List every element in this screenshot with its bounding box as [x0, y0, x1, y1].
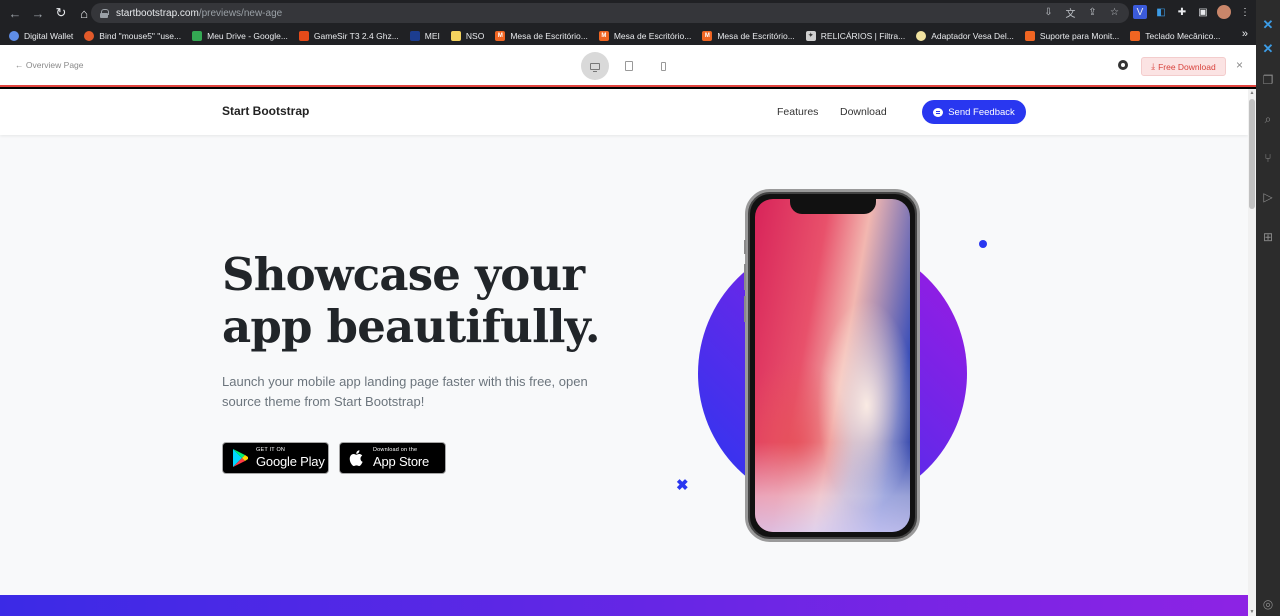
- page-viewport: Start Bootstrap Features Download Send F…: [0, 89, 1248, 616]
- more-bookmarks-icon[interactable]: »: [1242, 28, 1248, 40]
- phone-screen: [755, 199, 910, 532]
- bookmarks-bar: Digital Wallet Bind "mouse5" "use... Meu…: [0, 26, 1256, 45]
- menu-kebab-icon[interactable]: ⋮: [1238, 5, 1252, 19]
- omnibox-actions: ⇩ 文 ⇪ ☆: [1042, 6, 1121, 20]
- bookmark-item[interactable]: Meu Drive - Google...: [192, 30, 288, 41]
- hero-title: Showcase your app beautifully.: [222, 248, 601, 353]
- translate-icon[interactable]: 文: [1064, 6, 1077, 20]
- phone-side-button: [744, 264, 746, 290]
- app-store-badge[interactable]: Download on the App Store: [339, 442, 446, 474]
- lock-icon: [100, 8, 109, 18]
- bookmark-item[interactable]: M Mesa de Escritório...: [495, 30, 588, 41]
- phone-icon: [660, 61, 666, 71]
- search-icon[interactable]: ⌕: [1260, 111, 1276, 127]
- bookmark-favicon-icon: ✦: [805, 30, 816, 41]
- bookmark-item[interactable]: Bind "mouse5" "use...: [84, 30, 181, 41]
- chat-bubble-icon: [933, 107, 944, 117]
- bookmark-item[interactable]: Adaptador Vesa Del...: [916, 30, 1014, 41]
- browser-toolbar: ← → ↻ ⌂ startbootstrap.com/previews/new-…: [0, 0, 1256, 26]
- send-feedback-button[interactable]: Send Feedback: [922, 100, 1026, 124]
- google-play-text: GET IT ON Google Play: [256, 446, 325, 470]
- nav-link-download[interactable]: Download: [840, 106, 887, 118]
- bookmark-favicon-icon: [1024, 30, 1035, 41]
- brand-link[interactable]: Start Bootstrap: [222, 104, 309, 118]
- address-bar[interactable]: startbootstrap.com/previews/new-age ⇩ 文 …: [91, 3, 1129, 23]
- bookmark-item[interactable]: ✦ RELICÁRIOS | Filtra...: [805, 30, 905, 41]
- nav-link-features[interactable]: Features: [777, 106, 818, 118]
- bookmark-favicon-icon: [9, 30, 19, 41]
- side-panel-icon[interactable]: ▣: [1196, 5, 1210, 19]
- back-arrow-icon[interactable]: ←: [4, 2, 26, 24]
- page-scrollbar[interactable]: ▲ ▼: [1248, 89, 1256, 616]
- bookmark-favicon-icon: M: [495, 30, 506, 41]
- reload-icon[interactable]: ↻: [50, 2, 72, 24]
- hero-lead: Launch your mobile app landing page fast…: [222, 374, 588, 409]
- google-play-badge[interactable]: GET IT ON Google Play: [222, 442, 329, 474]
- bookmark-favicon-icon: M: [598, 30, 609, 41]
- phone-view-button[interactable]: [649, 52, 677, 80]
- forward-arrow-icon[interactable]: →: [27, 2, 49, 24]
- site-navbar: Start Bootstrap Features Download Send F…: [0, 89, 1248, 135]
- app-store-text: Download on the App Store: [373, 446, 430, 470]
- scroll-down-arrow-icon[interactable]: ▼: [1249, 609, 1255, 615]
- extension-icon[interactable]: ◧: [1154, 5, 1168, 19]
- files-icon[interactable]: ❐: [1260, 72, 1276, 88]
- device-showcase: ✖: [660, 169, 1020, 549]
- bookmark-item[interactable]: GameSir T3 2.4 Ghz...: [298, 30, 399, 41]
- download-icon: ⤓: [1151, 61, 1156, 71]
- decorative-dot: [979, 240, 987, 248]
- extensions-icon[interactable]: ⊞: [1260, 229, 1276, 245]
- bookmark-item[interactable]: Digital Wallet: [9, 30, 73, 41]
- google-play-icon: [230, 448, 250, 468]
- account-icon[interactable]: ◎: [1260, 596, 1276, 612]
- phone-side-button: [744, 240, 746, 254]
- desktop-view-button[interactable]: [581, 52, 609, 80]
- bookmark-item[interactable]: M Mesa de Escritório...: [598, 30, 691, 41]
- bookmark-item[interactable]: NSO: [450, 30, 484, 41]
- run-debug-icon[interactable]: ▷: [1260, 189, 1276, 205]
- overview-page-link[interactable]: ← Overview Page: [15, 60, 84, 70]
- close-icon[interactable]: ×: [1236, 58, 1243, 72]
- bookmark-favicon-icon: [298, 30, 309, 41]
- screen: ← → ↻ ⌂ startbootstrap.com/previews/new-…: [0, 0, 1280, 616]
- desktop-icon: [590, 62, 600, 72]
- device-switcher: [581, 52, 677, 80]
- url-text: startbootstrap.com/previews/new-age: [116, 7, 283, 19]
- bookmark-favicon-icon: [916, 30, 927, 41]
- bookmark-favicon-icon: [409, 30, 420, 41]
- source-control-icon[interactable]: ⑂: [1260, 150, 1276, 166]
- phone-notch: [789, 199, 876, 214]
- tablet-view-button[interactable]: [615, 52, 643, 80]
- free-download-button[interactable]: ⤓ Free Download: [1141, 57, 1226, 76]
- extensions-area: V ◧ ✚ ▣ ⋮: [1133, 5, 1252, 19]
- bookmark-favicon-icon: [1130, 30, 1141, 41]
- bookmark-item[interactable]: Suporte para Monit...: [1024, 30, 1119, 41]
- tablet-icon: [625, 61, 633, 71]
- bookmark-favicon-icon: [84, 30, 95, 41]
- apple-icon: [347, 448, 367, 468]
- phone-mockup: [744, 189, 920, 542]
- bookmark-item[interactable]: Teclado Mecânico...: [1130, 30, 1220, 41]
- scroll-up-arrow-icon[interactable]: ▲: [1249, 90, 1255, 96]
- install-app-icon[interactable]: ⇩: [1042, 6, 1055, 19]
- bookmark-favicon-icon: M: [702, 30, 713, 41]
- puzzle-icon[interactable]: ✚: [1175, 5, 1189, 19]
- extension-icon[interactable]: V: [1133, 5, 1147, 19]
- vscode-logo-icon[interactable]: ✕: [1260, 41, 1276, 57]
- vscode-logo-icon[interactable]: ✕: [1260, 17, 1276, 33]
- folder-icon: [450, 30, 461, 41]
- github-icon[interactable]: [1118, 60, 1128, 70]
- preview-bar: ← Overview Page ⤓ Free Download ×: [0, 45, 1256, 87]
- bookmark-item[interactable]: MEI: [409, 30, 440, 41]
- bookmark-item[interactable]: M Mesa de Escritório...: [702, 30, 795, 41]
- bookmark-star-icon[interactable]: ☆: [1108, 6, 1121, 19]
- decorative-cross-icon: ✖: [676, 477, 689, 494]
- profile-avatar[interactable]: [1217, 5, 1231, 19]
- phone-side-button: [744, 296, 746, 322]
- scrollbar-thumb[interactable]: [1249, 99, 1255, 209]
- google-drive-icon: [192, 30, 203, 41]
- share-icon[interactable]: ⇪: [1086, 6, 1099, 19]
- vscode-activity-bar: ✕ ✕ ❐ ⌕ ⑂ ▷ ⊞ ◎: [1256, 0, 1280, 616]
- features-section-top: [0, 595, 1248, 616]
